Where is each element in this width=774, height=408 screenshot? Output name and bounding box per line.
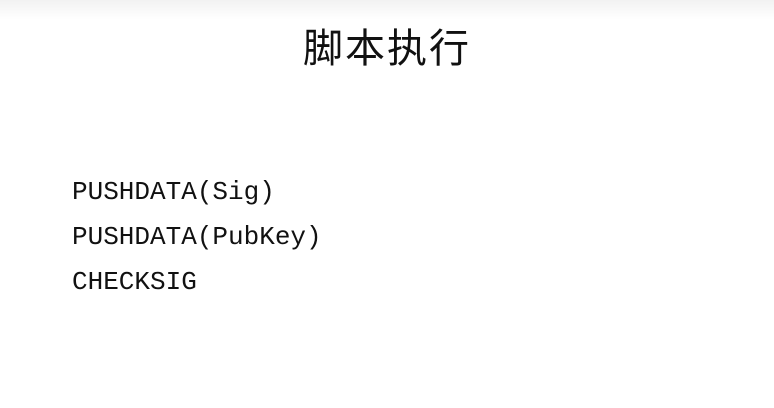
code-line-pushdata-pubkey: PUSHDATA(PubKey) (72, 222, 322, 252)
code-line-pushdata-sig: PUSHDATA(Sig) (72, 177, 275, 207)
script-code-block: PUSHDATA(Sig) PUSHDATA(PubKey) CHECKSIG (72, 170, 322, 305)
slide: 脚本执行 PUSHDATA(Sig) PUSHDATA(PubKey) CHEC… (0, 0, 774, 408)
code-line-checksig: CHECKSIG (72, 267, 197, 297)
slide-title: 脚本执行 (303, 26, 471, 72)
